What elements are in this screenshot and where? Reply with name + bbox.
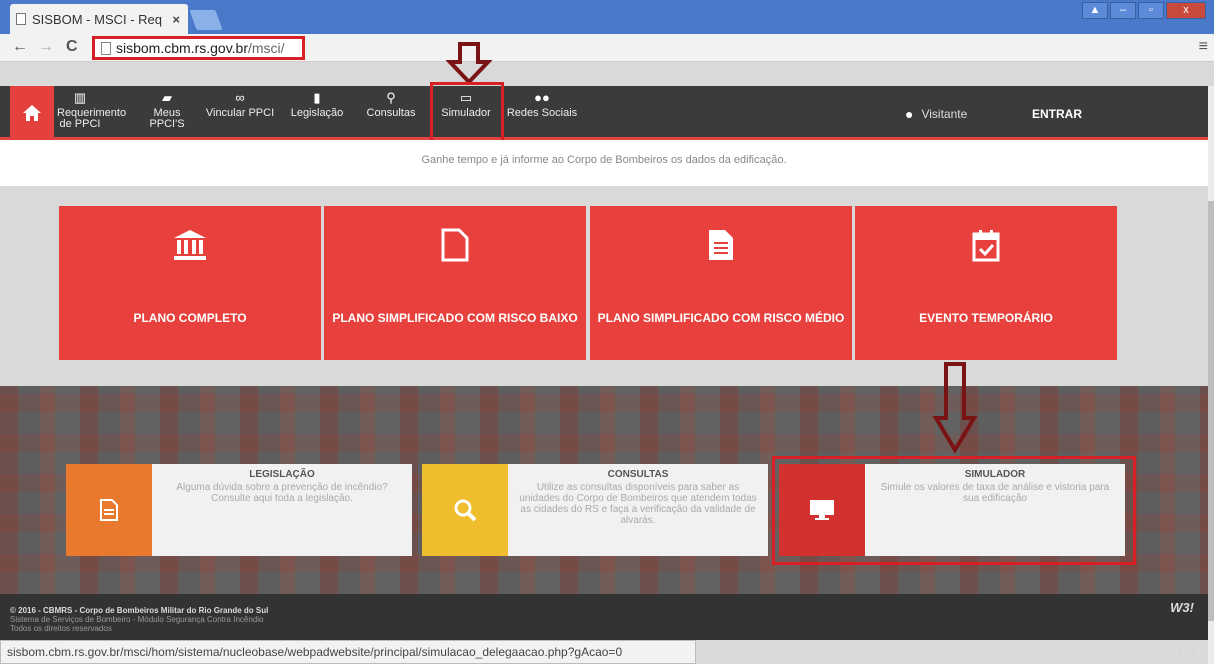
visitor-label: Visitante bbox=[921, 107, 968, 121]
close-window-icon[interactable]: x bbox=[1166, 2, 1206, 19]
blank-file-icon bbox=[324, 228, 586, 271]
tile-evento-temporario[interactable]: EVENTO TEMPORÁRIO bbox=[855, 206, 1117, 360]
url-path: /msci/ bbox=[248, 40, 285, 56]
home-button[interactable] bbox=[10, 86, 54, 140]
nav-legislacao[interactable]: ▮ Legislação bbox=[287, 90, 347, 119]
minimize-icon[interactable]: – bbox=[1110, 2, 1136, 19]
maximize-icon[interactable]: ▫ bbox=[1138, 2, 1164, 19]
visitor-indicator[interactable]: ● Visitante bbox=[905, 106, 967, 122]
window-controls: ▲ – ▫ x bbox=[1082, 2, 1206, 19]
nav-label: Requerimento de PPCI bbox=[57, 107, 127, 130]
site-navbar: ▥ Requerimento de PPCI ▰ Meus PPCI'S ∞ V… bbox=[0, 86, 1208, 140]
calendar-check-icon bbox=[855, 228, 1117, 271]
menu-icon[interactable]: ≡ bbox=[1199, 38, 1208, 56]
w3-logo: W3! bbox=[1170, 600, 1194, 615]
user-icon: ● bbox=[905, 106, 914, 122]
folder-icon: ▰ bbox=[162, 90, 172, 105]
new-tab-button[interactable] bbox=[189, 10, 223, 30]
tab-title: SISBOM - MSCI - Req bbox=[32, 11, 163, 27]
url-input[interactable]: sisbom.cbm.rs.gov.br/msci/ bbox=[92, 36, 305, 60]
tile-label: PLANO COMPLETO bbox=[133, 311, 247, 325]
page-subtitle: Ganhe tempo e já informe ao Corpo de Bom… bbox=[0, 140, 1208, 186]
annotation-box-card-simulador bbox=[772, 456, 1136, 565]
search-icon bbox=[454, 499, 477, 522]
annotation-box-nav-simulador bbox=[430, 82, 504, 145]
page-icon bbox=[16, 13, 26, 25]
tile-label: PLANO SIMPLIFICADO COM RISCO BAIXO bbox=[332, 311, 578, 325]
footer-copyright: © 2016 - CBMRS - Corpo de Bombeiros Mili… bbox=[10, 606, 269, 615]
card-consultas[interactable]: CONSULTAS Utilize as consultas disponíve… bbox=[422, 464, 768, 556]
browser-tab[interactable]: SISBOM - MSCI - Req × bbox=[10, 4, 188, 34]
login-button[interactable]: ENTRAR bbox=[1032, 107, 1082, 121]
tab-close-icon[interactable]: × bbox=[172, 12, 180, 27]
browser-tabbar: SISBOM - MSCI - Req × ▲ – ▫ x bbox=[0, 0, 1214, 34]
nav-label: Legislação bbox=[290, 107, 344, 119]
nav-label: Consultas bbox=[366, 107, 416, 119]
users-icon: ●● bbox=[534, 90, 550, 105]
institution-icon bbox=[59, 228, 321, 271]
forward-arrow-icon[interactable]: → bbox=[38, 38, 54, 56]
user-icon[interactable]: ▲ bbox=[1082, 2, 1108, 19]
card-legislacao[interactable]: LEGISLAÇÃO Alguma dúvida sobre a prevenç… bbox=[66, 464, 412, 556]
card-icon-box bbox=[66, 464, 152, 556]
page-icon bbox=[101, 41, 111, 55]
document-icon bbox=[100, 499, 118, 521]
tile-label: EVENTO TEMPORÁRIO bbox=[919, 311, 1053, 325]
scrollbar[interactable] bbox=[1208, 86, 1214, 664]
tile-plano-simplificado-baixo[interactable]: PLANO SIMPLIFICADO COM RISCO BAIXO bbox=[324, 206, 586, 360]
document-icon: ▮ bbox=[313, 90, 321, 105]
link-icon: ∞ bbox=[235, 90, 245, 105]
text-file-icon bbox=[590, 228, 852, 271]
nav-meus-ppcis[interactable]: ▰ Meus PPCI'S bbox=[136, 90, 198, 130]
card-title: CONSULTAS bbox=[607, 469, 669, 480]
footer-system: Sistema de Serviços de Bombeiro - Módulo… bbox=[10, 615, 264, 624]
address-bar: ← → C sisbom.cbm.rs.gov.br/msci/ ≡ bbox=[0, 34, 1214, 62]
card-description: Alguma dúvida sobre a prevenção de incên… bbox=[176, 482, 388, 504]
status-bar: sisbom.cbm.rs.gov.br/msci/hom/sistema/nu… bbox=[0, 640, 696, 664]
building-icon: ▥ bbox=[73, 90, 87, 105]
search-icon: ⚲ bbox=[386, 90, 396, 105]
nav-label: Redes Sociais bbox=[506, 107, 578, 119]
back-arrow-icon[interactable]: ← bbox=[12, 38, 28, 56]
footer-rights: Todos os direitos reservados bbox=[10, 624, 112, 633]
home-icon bbox=[23, 105, 41, 121]
card-description: Utilize as consultas disponíveis para sa… bbox=[519, 482, 757, 526]
card-title: LEGISLAÇÃO bbox=[249, 469, 315, 480]
font-size-controls[interactable]: A+ A- A bbox=[1166, 646, 1202, 657]
plan-tiles: PLANO COMPLETO PLANO SIMPLIFICADO COM RI… bbox=[0, 186, 1208, 386]
annotation-arrow-nav bbox=[446, 42, 492, 84]
tile-plano-simplificado-medio[interactable]: PLANO SIMPLIFICADO COM RISCO MÉDIO bbox=[590, 206, 852, 360]
url-domain: sisbom.cbm.rs.gov.br bbox=[116, 40, 248, 56]
scrollbar-thumb[interactable] bbox=[1208, 201, 1214, 621]
annotation-arrow-card bbox=[932, 362, 978, 454]
nav-label: Meus PPCI'S bbox=[149, 107, 185, 130]
nav-vincular-ppci[interactable]: ∞ Vincular PPCI bbox=[205, 90, 275, 119]
card-icon-box bbox=[422, 464, 508, 556]
tile-plano-completo[interactable]: PLANO COMPLETO bbox=[59, 206, 321, 360]
nav-consultas[interactable]: ⚲ Consultas bbox=[362, 90, 420, 119]
reload-icon[interactable]: C bbox=[66, 38, 78, 56]
nav-label: Vincular PPCI bbox=[205, 107, 275, 119]
nav-redes-sociais[interactable]: ●● Redes Sociais bbox=[506, 90, 578, 119]
footer: © 2016 - CBMRS - Corpo de Bombeiros Mili… bbox=[0, 594, 1208, 640]
nav-requerimento[interactable]: ▥ Requerimento de PPCI bbox=[57, 90, 126, 130]
tile-label: PLANO SIMPLIFICADO COM RISCO MÉDIO bbox=[597, 311, 845, 325]
